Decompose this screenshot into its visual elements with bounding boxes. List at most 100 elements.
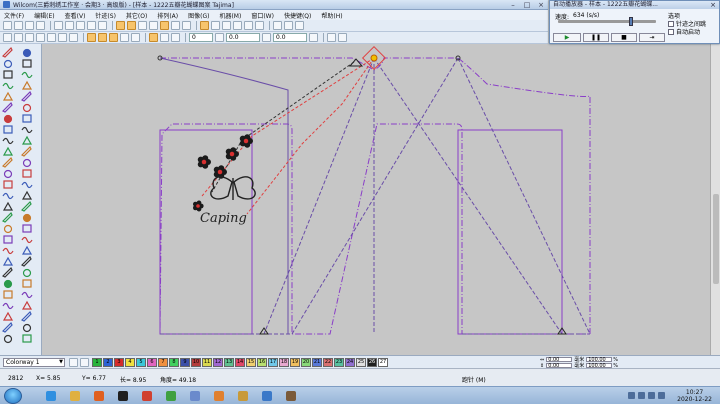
color-swatch-8[interactable]: 8 [169,357,179,367]
satin-icon[interactable] [138,21,147,30]
carve-tool-icon[interactable] [21,291,33,299]
reshape-icon[interactable] [14,33,23,42]
triple-run-icon[interactable] [20,90,32,102]
knife-tool-icon[interactable] [3,59,13,69]
tie-icon[interactable] [160,33,169,42]
emboss-tool-icon[interactable] [3,290,13,299]
chenille-tool-icon[interactable] [21,300,33,310]
color-swatch-6[interactable]: 6 [147,357,157,367]
align-icon[interactable] [47,33,56,42]
zoom-out-icon[interactable] [244,21,253,30]
object-props-icon[interactable] [98,33,107,42]
new-icon[interactable] [3,21,12,30]
color-swatch-4[interactable]: 4 [125,357,135,367]
color-swatch-1[interactable]: 1 [92,357,102,367]
design-canvas[interactable]: Caping [42,44,710,355]
start-button[interactable] [4,388,22,404]
hole-tool-icon[interactable] [2,192,14,200]
print-icon[interactable] [36,21,45,30]
menu-stitch[interactable]: 针迹(S) [95,11,116,20]
scrollbar-thumb[interactable] [713,194,719,284]
satin-tool-icon[interactable] [21,80,33,90]
color-swatch-27[interactable]: 27 [378,357,388,367]
color-swatch-14[interactable]: 14 [235,357,245,367]
fabric-tool-icon[interactable] [2,256,14,266]
taskbar-wilcom-icon[interactable] [280,389,302,403]
trim-icon[interactable] [149,33,158,42]
menu-other[interactable]: 其它(O) [126,11,147,20]
menu-machine[interactable]: 机器(M) [219,11,241,20]
taskbar-media-icon[interactable] [88,389,110,403]
break-tool-icon[interactable] [3,169,13,179]
grid-tool-icon[interactable] [3,235,13,244]
menu-arrange[interactable]: 排列(A) [157,11,178,20]
tray-volume-icon[interactable] [638,392,645,399]
reshape-tool-icon[interactable] [22,48,32,58]
stop-icon[interactable] [171,33,180,42]
width-field[interactable]: 0.0 [226,33,260,42]
taskbar-folder-icon[interactable] [232,389,254,403]
open-icon[interactable] [14,21,23,30]
stop-tool-icon[interactable] [22,334,32,343]
array-tool-icon[interactable] [20,200,32,212]
color-swatch-22[interactable]: 22 [323,357,333,367]
circle-tool-icon[interactable] [3,125,13,134]
menu-edit[interactable]: 编辑(E) [34,11,54,20]
motif-tool-icon[interactable] [2,146,14,156]
vertical-scrollbar[interactable] [710,44,720,355]
taskbar-qq-icon[interactable] [112,389,134,403]
color-swatch-9[interactable]: 9 [180,357,190,367]
stitch-type-icon[interactable] [116,21,125,30]
checkbox-icon[interactable] [668,20,674,27]
taskbar-browser-icon[interactable] [136,389,158,403]
color-swatch-17[interactable]: 17 [268,357,278,367]
palette-icon[interactable] [69,357,78,367]
stipple-tool-icon[interactable] [2,302,14,310]
lasso-tool-icon[interactable] [22,59,32,68]
cross-tool-icon[interactable] [3,279,13,289]
measure-tool-icon[interactable] [1,211,13,223]
stamp-tool-icon[interactable] [20,145,32,157]
sequin-tool-icon[interactable] [2,311,14,321]
select-icon[interactable] [3,33,12,42]
offset-tool-icon[interactable] [21,181,33,189]
angle-spin-icon[interactable] [215,33,224,42]
height-spin-icon[interactable] [309,33,318,42]
run-tool-icon[interactable] [2,91,14,101]
color-swatch-25[interactable]: 25 [356,357,366,367]
rectangle-tool-icon[interactable] [21,126,33,134]
color-icon[interactable] [87,33,96,42]
mirror-tool-icon[interactable] [2,201,14,211]
cut-tool-icon[interactable] [1,156,13,168]
menu-image[interactable]: 图像(G) [188,11,209,20]
color-edit-icon[interactable] [80,357,89,367]
undo-icon[interactable] [87,21,96,30]
taskbar-chrome-icon[interactable] [160,389,182,403]
applique-tool-icon[interactable] [3,114,13,124]
color-swatch-5[interactable]: 5 [136,357,146,367]
color-swatch-7[interactable]: 7 [158,357,168,367]
lettering-icon[interactable] [171,21,180,30]
play-button[interactable]: ▶ [553,33,581,42]
ungroup-icon[interactable] [69,33,78,42]
width-spin-icon[interactable] [262,33,271,42]
eyedrop-tool-icon[interactable] [22,213,32,223]
color-swatch-20[interactable]: 20 [301,357,311,367]
zoom-fit-icon[interactable] [255,21,264,30]
ellipse-tool-icon[interactable] [2,137,14,145]
menu-window[interactable]: 窗口(W) [251,11,274,20]
taskbar-app-icon[interactable] [208,389,230,403]
fill-tool-icon[interactable] [1,101,13,113]
lock-icon[interactable] [327,33,336,42]
rotate-icon[interactable] [36,33,45,42]
color-swatch-23[interactable]: 23 [334,357,344,367]
close-button[interactable]: × [534,0,548,10]
spiral-tool-icon[interactable] [22,268,32,278]
color-swatch-11[interactable]: 11 [202,357,212,367]
color-swatch-2[interactable]: 2 [103,357,113,367]
slow-redraw-icon[interactable] [284,21,293,30]
wave-tool-icon[interactable] [1,266,13,278]
scale-icon[interactable] [338,33,347,42]
zoom-icon[interactable] [233,21,242,30]
show-stitches-icon[interactable] [200,21,209,30]
